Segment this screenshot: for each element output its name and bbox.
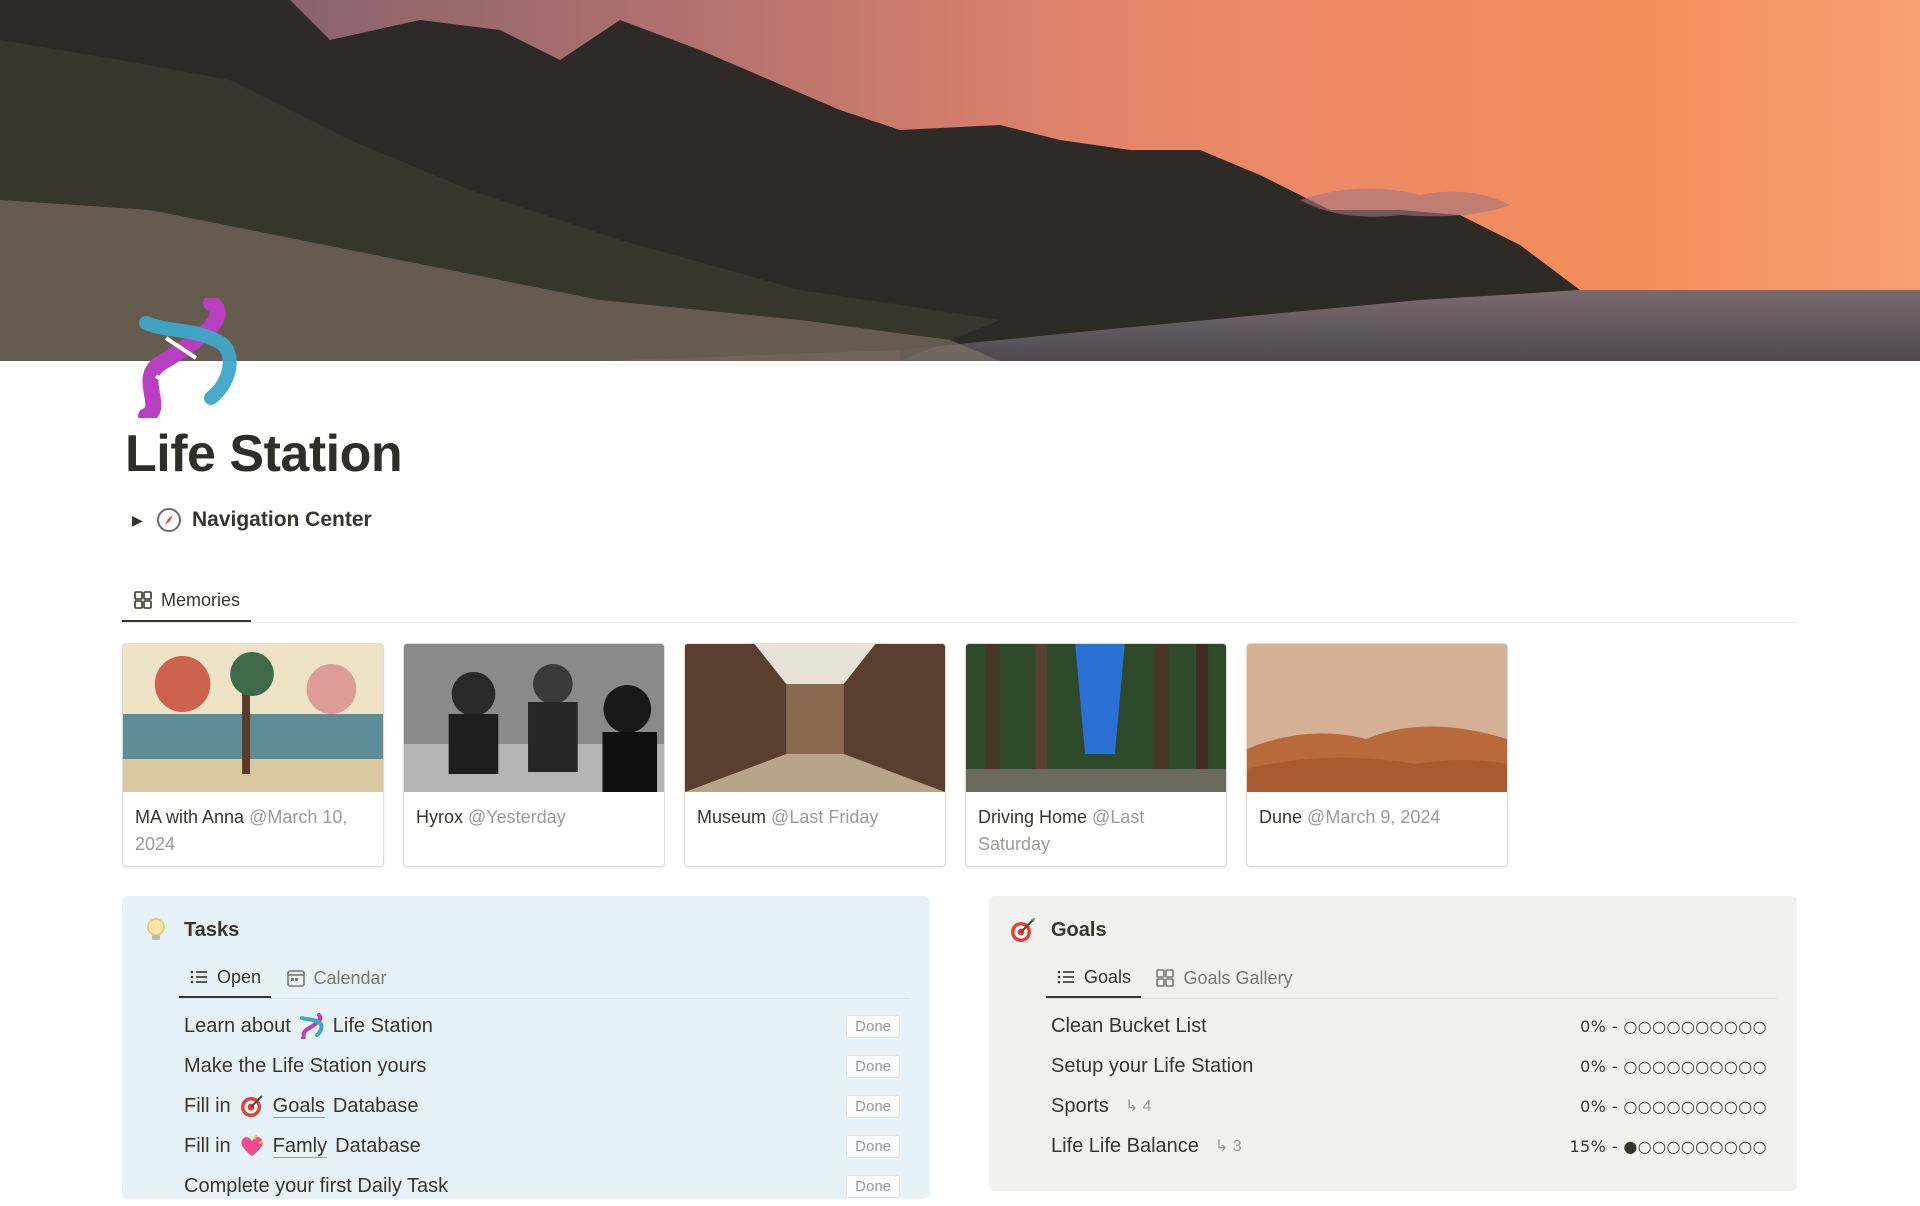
tab-open-label: Open (217, 966, 262, 987)
tasks-list: Learn about Life Station Done Make the L… (184, 1006, 900, 1206)
goal-name: Life Life Balance (1051, 1134, 1199, 1157)
tab-goals[interactable]: Goals (1046, 958, 1142, 998)
task-row[interactable]: Fill in Famly Database Done (184, 1126, 900, 1166)
task-link[interactable]: Goals (272, 1095, 325, 1118)
cover-landscape (0, 0, 1920, 361)
goal-progress: 0% - ○○○○○○○○○○ (1580, 1096, 1767, 1116)
toggle-label: Navigation Center (192, 508, 372, 531)
tab-goals-gallery[interactable]: Goals Gallery (1145, 958, 1302, 998)
task-text-suffix: Database (335, 1134, 421, 1157)
task-text: Complete your first Daily Task (184, 1174, 449, 1197)
memory-name: MA with Anna (135, 807, 245, 827)
goals-title[interactable]: Goals (1051, 919, 1107, 942)
subgoal-count[interactable]: ↳ 3 (1215, 1136, 1242, 1156)
task-row[interactable]: Learn about Life Station Done (184, 1006, 900, 1046)
memory-card[interactable]: MA with Anna @March 10, 2024 (122, 643, 384, 867)
memories-tabbar: Memories (122, 580, 1797, 623)
goal-name: Clean Bucket List (1051, 1014, 1207, 1037)
compass-icon (157, 508, 181, 532)
tasks-panel: Tasks Open Calendar Learn about Life Sta… (122, 896, 930, 1199)
gallery-icon (1156, 969, 1175, 987)
tab-goals-gallery-label: Goals Gallery (1183, 967, 1293, 988)
tab-open[interactable]: Open (179, 958, 272, 998)
memory-name: Driving Home (978, 807, 1088, 827)
task-text: Learn about (184, 1014, 291, 1037)
goal-progress: 0% - ○○○○○○○○○○ (1580, 1016, 1767, 1036)
goal-row[interactable]: Setup your Life Station 0% - ○○○○○○○○○○ (1051, 1046, 1767, 1086)
list-icon (1057, 970, 1074, 984)
task-row[interactable]: Complete your first Daily Task Done (184, 1166, 900, 1206)
gallery-icon (134, 591, 152, 609)
done-button[interactable]: Done (846, 1134, 900, 1158)
memory-card-image (123, 644, 383, 792)
heart-icon (241, 1134, 264, 1156)
list-icon (190, 970, 207, 984)
memory-name: Hyrox (416, 807, 464, 827)
task-link[interactable]: Life Station (333, 1015, 433, 1038)
tab-calendar[interactable]: Calendar (276, 958, 397, 998)
task-link[interactable]: Famly (272, 1135, 328, 1158)
task-text-suffix: Database (332, 1094, 419, 1117)
tasks-header: Tasks (142, 916, 239, 944)
memories-gallery: MA with Anna @March 10, 2024 Hyrox @Yest… (122, 643, 1508, 867)
done-button[interactable]: Done (846, 1174, 900, 1198)
goal-row[interactable]: Sports ↳ 4 0% - ○○○○○○○○○○ (1051, 1086, 1767, 1126)
memory-card[interactable]: Hyrox @Yesterday (403, 643, 665, 867)
memory-card-image (404, 644, 664, 792)
memory-card[interactable]: Dune @March 9, 2024 (1246, 643, 1508, 867)
tab-memories-label: Memories (161, 589, 241, 610)
memory-card[interactable]: Driving Home @Last Saturday (965, 643, 1227, 867)
goal-name: Sports (1051, 1094, 1109, 1117)
lightbulb-icon (147, 918, 165, 940)
memory-date: @Yesterday (468, 807, 566, 827)
memory-name: Dune (1259, 807, 1303, 827)
cover-image[interactable] (0, 0, 1920, 361)
goal-name: Setup your Life Station (1051, 1054, 1254, 1077)
task-text: Fill in (184, 1134, 231, 1157)
memory-date: @Last Friday (771, 807, 879, 827)
toggle-arrow-icon[interactable]: ▶ (132, 512, 146, 529)
navigation-center-toggle[interactable]: ▶ Navigation Center (132, 507, 372, 533)
done-button[interactable]: Done (846, 1054, 900, 1078)
done-button[interactable]: Done (846, 1094, 900, 1118)
tab-goals-label: Goals (1084, 966, 1132, 987)
goals-tabbar: Goals Goals Gallery (1046, 958, 1777, 999)
tasks-tabbar: Open Calendar (179, 958, 910, 999)
goal-progress: 15% - ●○○○○○○○○○ (1569, 1136, 1767, 1156)
dna-icon[interactable] (126, 298, 246, 418)
memory-card-image (1247, 644, 1507, 792)
subgoal-count[interactable]: ↳ 4 (1125, 1096, 1152, 1116)
memory-name: Museum (697, 807, 767, 827)
tab-calendar-label: Calendar (313, 967, 387, 988)
calendar-icon (286, 970, 305, 987)
target-icon (1011, 918, 1035, 942)
memory-date: @March 9, 2024 (1307, 807, 1441, 827)
tasks-title[interactable]: Tasks (184, 919, 239, 942)
memory-card-image (966, 644, 1226, 792)
task-row[interactable]: Fill in Goals Database Done (184, 1086, 900, 1126)
page-title: Life Station (125, 425, 403, 483)
tab-memories[interactable]: Memories (122, 580, 252, 622)
task-row[interactable]: Make the Life Station yours Done (184, 1046, 900, 1086)
task-text: Fill in (184, 1094, 231, 1117)
memory-card[interactable]: Museum @Last Friday (684, 643, 946, 867)
dna-icon (299, 1013, 324, 1039)
memory-card-image (685, 644, 945, 792)
done-button[interactable]: Done (846, 1014, 900, 1038)
goal-progress: 0% - ○○○○○○○○○○ (1580, 1056, 1767, 1076)
goal-row[interactable]: Life Life Balance ↳ 3 15% - ●○○○○○○○○○ (1051, 1126, 1767, 1166)
goals-header: Goals (1009, 916, 1107, 944)
goals-list: Clean Bucket List 0% - ○○○○○○○○○○ Setup … (1051, 1006, 1767, 1166)
goals-panel: Goals Goals Goals Gallery Clean Bucket L… (989, 896, 1797, 1191)
task-text: Make the Life Station yours (184, 1054, 427, 1077)
goal-row[interactable]: Clean Bucket List 0% - ○○○○○○○○○○ (1051, 1006, 1767, 1046)
target-icon (240, 1095, 263, 1117)
